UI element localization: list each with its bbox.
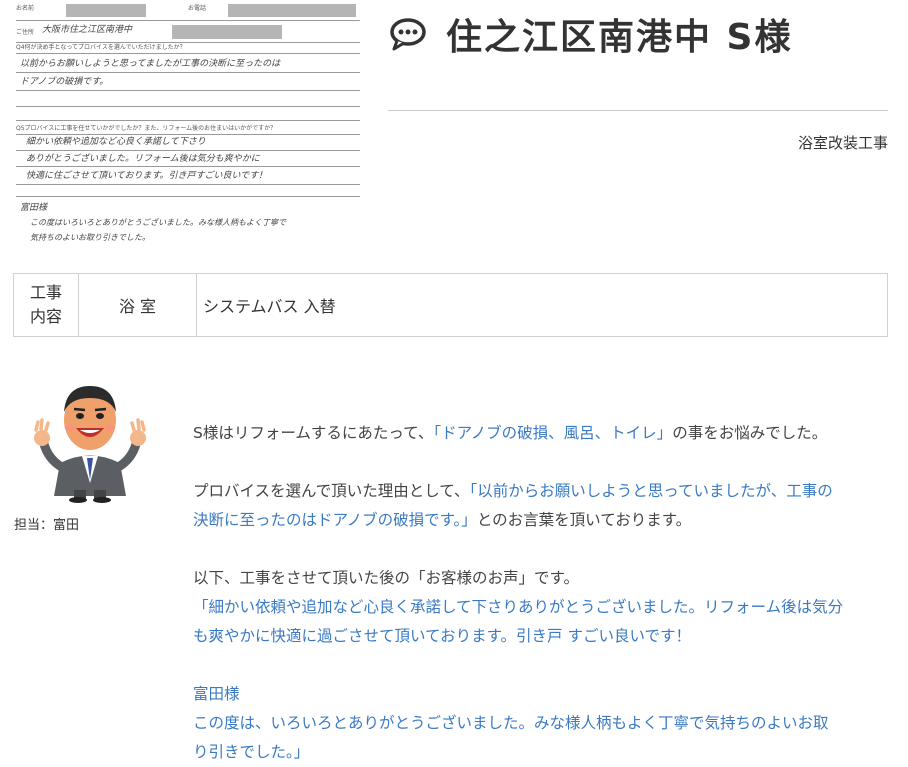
redacted-address <box>172 25 282 39</box>
work-value-cell: システムバス 入替 <box>196 273 888 337</box>
work-key-cell: 工事 内容 <box>13 273 79 337</box>
form-answer-4-line2: ドアノブの破損です。 <box>20 77 109 87</box>
work-key-line1: 工事 <box>29 283 62 302</box>
p4-line1: この度は、いろいろとありがとうございました。みな様人柄もよく丁寧で気持ちのよいお… <box>193 714 829 732</box>
form-label-address: ご住所 <box>16 29 35 36</box>
form-question-5: Q5プロバイスに工事を任せていかがでしたか？また、リフォーム後のお住まいはいかが… <box>16 125 277 132</box>
page-title: 住之江区南港中 S様 <box>446 17 793 58</box>
page-header: 住之江区南港中 S様 <box>388 8 792 60</box>
form-staff-note-line2: 気持ちのよいお取り引きでした。 <box>30 233 150 242</box>
form-answer-5-line1: 細かい依頼や追加など心良く承諾して下さり <box>26 137 206 147</box>
staff-illustration <box>34 386 146 503</box>
work-room-cell: 浴 室 <box>78 273 197 337</box>
work-details-table: 工事 内容 浴 室 システムバス 入替 <box>13 273 888 337</box>
review-body: S様はリフォームするにあたって、「ドアノブの破損、風呂、トイレ」の事をお悩みでし… <box>193 419 893 767</box>
table-row: 工事 内容 浴 室 システムバス 入替 <box>13 273 888 337</box>
form-staff-note-title: 富田様 <box>20 203 48 213</box>
staff-caption: 担当：富田 <box>14 518 80 533</box>
redacted-name <box>66 4 146 17</box>
p1-text-c: の事をお悩みでした。 <box>672 424 828 442</box>
form-address-handwritten: 大阪市住之江区南港中 <box>42 25 133 35</box>
form-label-name: お名前 <box>16 5 35 12</box>
form-answer-4-line1: 以前からお願いしようと思ってましたが工事の決断に至ったのは <box>20 59 281 69</box>
form-question-4: Q4何が決め手となってプロバイスを選んでいただけましたか？ <box>16 44 186 51</box>
form-staff-note-line1: この度はいろいろとありがとうございました。みな様人柄もよく丁寧で <box>30 218 286 227</box>
p4-line2: り引きでした。」 <box>193 743 310 761</box>
redacted-phone <box>228 4 356 17</box>
work-category: 浴室改装工事 <box>797 134 888 152</box>
p4-title: 富田様 <box>193 685 240 703</box>
paragraph-concerns: S様はリフォームするにあたって、「ドアノブの破損、風呂、トイレ」の事をお悩みでし… <box>193 419 893 448</box>
p3-quote-line1: 「細かい依頼や追加など心良く承諾して下さりありがとうございました。リフォーム後は… <box>193 598 844 616</box>
form-answer-5-line3: 快適に住ごさせて頂いております。引き戸すごい良いです！ <box>26 171 268 181</box>
p1-text-a: S様はリフォームするにあたって、 <box>193 424 434 442</box>
p2-text-a: プロバイスを選んで頂いた理由として、 <box>193 482 470 500</box>
p3-intro: 以下、工事をさせて頂いた後の「お客様のお声」です。 <box>193 569 579 587</box>
p2-text-d: とのお言葉を頂いております。 <box>476 511 692 529</box>
paragraph-staff-comment: 富田様 この度は、いろいろとありがとうございました。みな様人柄もよく丁寧で気持ち… <box>193 680 893 767</box>
work-key-line2: 内容 <box>29 307 62 326</box>
paragraph-customer-voice: 以下、工事をさせて頂いた後の「お客様のお声」です。 「細かい依頼や追加など心良く… <box>193 564 893 651</box>
p2-highlight-a: 「以前からお願いしようと思っていましたが、工事の <box>469 482 833 500</box>
customer-questionnaire-scan: お名前 お電話 ご住所 大阪市住之江区南港中 Q4何が決め手となってプロバイスを… <box>12 0 364 250</box>
p2-highlight-b: 決断に至ったのはドアノブの破損です。」 <box>193 511 477 529</box>
p1-highlight: 「ドアノブの破損、風呂、トイレ」 <box>433 424 673 442</box>
paragraph-reason: プロバイスを選んで頂いた理由として、「以前からお願いしようと思っていましたが、工… <box>193 477 893 535</box>
speech-bubble-icon <box>390 18 426 51</box>
form-answer-5-line2: ありがとうございました。リフォーム後は気分も爽やかに <box>26 154 260 164</box>
title-divider <box>388 110 888 111</box>
form-label-phone: お電話 <box>188 5 207 12</box>
p3-quote-line2: も爽やかに快適に過ごさせて頂いております。引き戸 すごい良いです！ <box>193 627 691 645</box>
